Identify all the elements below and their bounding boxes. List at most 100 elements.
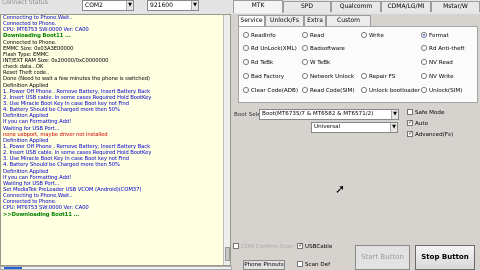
tab-custom-setting[interactable]: Custom Setting: [326, 15, 371, 34]
opt-label: Rd Anti-theft: [429, 46, 465, 52]
connect-status-label: Connect Status: [2, 0, 48, 6]
opt-readinfo[interactable]: ReadInfo: [243, 31, 276, 41]
opt-label: Network Unlock: [310, 74, 355, 80]
usb-cable-label: USBCable: [305, 244, 333, 250]
opt-label: Format: [429, 33, 449, 39]
chevron-down-icon[interactable]: ▼: [390, 123, 397, 132]
boot-select[interactable]: Boot(MT6735/7 & MT6582 & MT6571/2) ▼: [259, 109, 399, 120]
baud-select[interactable]: 921600 ▼: [147, 0, 199, 11]
radio-icon[interactable]: [421, 58, 427, 65]
scan-def-checkbox[interactable]: Scan Def: [297, 260, 331, 270]
opt-nv-write[interactable]: NV Write: [421, 72, 454, 82]
checkbox-icon[interactable]: [297, 260, 303, 267]
safe-mode-label: Safe Mode: [415, 110, 445, 116]
radio-selected-icon[interactable]: [421, 31, 427, 38]
sub-tabs: Service Unlock/Fs Extra Custom Setting: [238, 15, 478, 34]
baud-value: 921600: [150, 2, 173, 9]
progress-fill: [4, 267, 23, 269]
advanced-checkbox[interactable]: Advanced(Fs): [407, 129, 454, 140]
opt-repair-fs[interactable]: Repair FS: [361, 72, 396, 82]
tab-extra[interactable]: Extra: [304, 15, 326, 26]
opt-clear-code-adb[interactable]: Clear Code(ADB): [243, 86, 298, 96]
radio-icon[interactable]: [243, 44, 249, 51]
tab-qualcomm[interactable]: Qualcomm: [331, 1, 381, 12]
tab-spd[interactable]: SPD: [283, 1, 331, 12]
usb-cable-checkbox[interactable]: USBCable: [297, 241, 333, 252]
universal-select[interactable]: Universal ▼: [311, 122, 398, 133]
bottom-controls: COM Confirm Scan USBCable Phone Pinouts …: [233, 238, 480, 270]
tab-unlock-fs[interactable]: Unlock/Fs: [265, 15, 304, 26]
chevron-down-icon[interactable]: ▼: [126, 1, 133, 10]
opt-label: NV Read: [429, 60, 453, 66]
checkbox-checked-icon[interactable]: [297, 241, 303, 250]
checkbox-icon[interactable]: [233, 242, 239, 249]
progress-bar: [0, 266, 232, 270]
scrollbar-thumb[interactable]: [225, 247, 230, 261]
radio-icon[interactable]: [421, 44, 427, 51]
opt-badsoftware[interactable]: Badsoftware: [302, 44, 345, 54]
stop-button[interactable]: Stop Button: [415, 245, 475, 270]
app-window: Connect Status COM2 ▼ 921600 ▼ Connectin…: [0, 0, 480, 270]
radio-icon[interactable]: [302, 31, 308, 38]
checkbox-icon[interactable]: [407, 108, 413, 115]
radio-icon[interactable]: [243, 86, 249, 93]
tab-cdma[interactable]: CDMA/LG/MI: [381, 1, 431, 12]
opt-label: Repair FS: [369, 74, 396, 80]
opt-read[interactable]: Read: [302, 31, 325, 41]
opt-label: Read: [310, 33, 325, 39]
checkbox-checked-icon[interactable]: [407, 118, 413, 127]
opt-label: Badsoftware: [310, 46, 345, 52]
boot-select-value: Boot(MT6735/7 & MT6582 & MT6571/2): [262, 111, 374, 117]
opt-label: Unlock(SIM): [429, 88, 463, 94]
chevron-down-icon[interactable]: ▼: [191, 1, 198, 10]
opt-label: NV Write: [429, 74, 454, 80]
opt-label: Unlock bootloader: [369, 88, 420, 94]
log-body: Connecting to Phone,Wait.. Connected to P…: [1, 15, 230, 218]
radio-icon[interactable]: [361, 86, 367, 93]
opt-format[interactable]: Format: [421, 31, 449, 41]
opt-label: Read Code(SIM): [310, 88, 355, 94]
opt-label: ReadInfo: [251, 33, 276, 39]
start-button[interactable]: Start Button: [355, 245, 410, 270]
radio-icon[interactable]: [421, 72, 427, 79]
right-panel: MTK SPD Qualcomm CDMA/LG/MI Mstar/W Serv…: [233, 0, 480, 270]
opt-write[interactable]: Write: [361, 31, 384, 41]
log-scrollbar[interactable]: [223, 15, 230, 265]
radio-icon[interactable]: [243, 72, 249, 79]
tab-mtk[interactable]: MTK: [233, 0, 283, 13]
log-panel[interactable]: Connecting to Phone,Wait.. Connected to P…: [0, 14, 231, 266]
phone-pinouts-button[interactable]: Phone Pinouts: [243, 260, 285, 270]
advanced-label: Advanced(Fs): [415, 132, 454, 138]
opt-unlock-bootloader[interactable]: Unlock bootloader: [361, 86, 420, 96]
opt-w-tebk[interactable]: W TeBk: [302, 58, 331, 68]
radio-icon[interactable]: [243, 58, 249, 65]
main-tabs: MTK SPD Qualcomm CDMA/LG/MI Mstar/W: [233, 0, 480, 13]
opt-label: W TeBk: [310, 60, 331, 66]
opt-rd-anti-theft[interactable]: Rd Anti-theft: [421, 44, 465, 54]
opt-rd-unlock-xml[interactable]: Rd UnLock(XML): [243, 44, 297, 54]
opt-nv-read[interactable]: NV Read: [421, 58, 453, 68]
radio-icon[interactable]: [302, 44, 308, 51]
radio-icon[interactable]: [361, 31, 367, 38]
radio-icon[interactable]: [302, 86, 308, 93]
radio-icon[interactable]: [361, 72, 367, 79]
opt-read-code-sim[interactable]: Read Code(SIM): [302, 86, 355, 96]
chevron-down-icon[interactable]: ▼: [391, 110, 398, 119]
tab-service[interactable]: Service: [238, 15, 265, 26]
port-select[interactable]: COM2 ▼: [82, 0, 134, 11]
com-confirm-scan[interactable]: COM Confirm Scan: [233, 242, 294, 252]
checkbox-checked-icon[interactable]: [407, 129, 413, 138]
opt-unlock-sim[interactable]: Unlock(SIM): [421, 86, 463, 96]
radio-icon[interactable]: [243, 31, 249, 38]
radio-icon[interactable]: [421, 86, 427, 93]
tab-mstar[interactable]: Mstar/W: [431, 1, 480, 12]
universal-value: Universal: [314, 124, 341, 130]
radio-icon[interactable]: [302, 72, 308, 79]
radio-icon[interactable]: [302, 58, 308, 65]
scan-def-label: Scan Def: [305, 262, 331, 268]
opt-bad-factory[interactable]: Bad Factory: [243, 72, 284, 82]
com-confirm-label: COM Confirm Scan: [241, 244, 294, 250]
opt-label: Rd TeBk: [251, 60, 274, 66]
opt-rd-tebk[interactable]: Rd TeBk: [243, 58, 274, 68]
opt-network-unlock[interactable]: Network Unlock: [302, 72, 355, 82]
